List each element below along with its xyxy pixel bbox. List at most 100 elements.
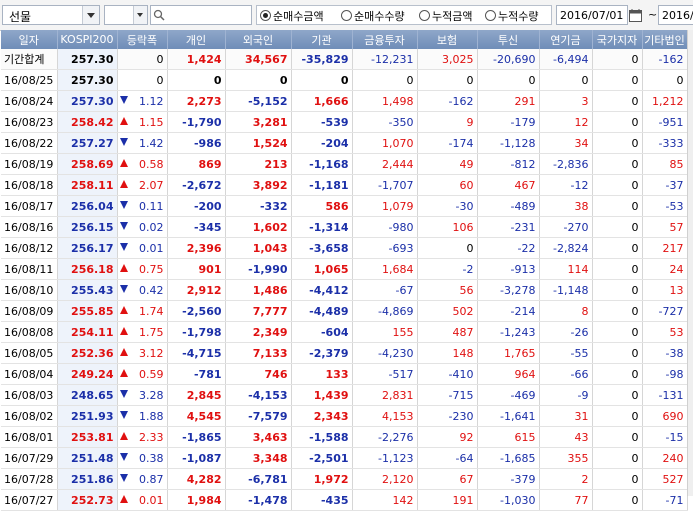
table-row[interactable]: 16/08/22 257.27 1.42 -986 1,524 -204 1,070 -174… [1,132,688,154]
value-cell: -4,489 [291,300,353,322]
value-cell: 49 [417,153,478,175]
change-value: 1.15 [139,115,164,129]
value-cell: -1,478 [225,489,292,511]
value-cell: 3,463 [225,426,292,448]
value-cell: 0 [592,90,643,112]
value-cell: 77 [539,489,593,511]
value-cell: -131 [642,384,688,406]
value-cell: -2 [417,258,478,280]
table-row[interactable]: 16/08/17 256.04 0.11 -200 -332 586 1,079 -30 -48… [1,195,688,217]
table-row[interactable]: 16/08/02 251.93 1.88 4,545 -7,579 2,343 4,153-… [1,405,688,427]
table-row[interactable]: 16/08/03 248.65 3.28 2,845 -4,153 1,439 2,831-… [1,384,688,406]
column-header[interactable]: 연기금 [539,30,593,49]
change-value: 0 [156,52,164,66]
table-row[interactable]: 기간합계 257.30 0 1,424 34,567 -35,829 -12,231 3,02… [1,49,688,70]
value-cell: 0 [592,111,643,133]
value-cell: 0 [592,195,643,217]
value-cell: 56 [417,279,478,301]
date-cell: 16/08/16 [1,216,58,238]
value-cell: 0 [592,216,643,238]
table-row[interactable]: 16/08/23 258.42 1.15 -1,790 3,281 -539 -350 9 -1… [1,111,688,133]
value-cell: 0 [592,69,643,91]
market-select[interactable]: 선물 [2,5,100,25]
table-row[interactable]: 16/08/24 257.30 1.12 2,273 -5,152 1,666 1,498-… [1,90,688,112]
column-header[interactable]: 국가지자 [592,30,643,49]
value-cell: -4,412 [291,279,353,301]
column-header[interactable]: 외국인 [225,30,292,49]
table-row[interactable]: 16/08/10 255.43 0.42 2,912 1,486 -4,412 -67 56-… [1,279,688,301]
value-cell: -1,128 [477,132,540,154]
value-cell: 1,498 [352,90,418,112]
table-row[interactable]: 16/07/29 251.48 0.38 -1,087 3,348 -2,501 -1,12… [1,447,688,469]
value-cell: -1,123 [352,447,418,469]
table-row[interactable]: 16/07/28 251.86 0.87 4,282 -6,781 1,972 2,120 6… [1,468,688,490]
table-row[interactable]: 16/07/27 252.73 0.01 1,984 -1,478 -435 142 191-… [1,489,688,511]
code-select[interactable] [104,5,148,25]
column-header[interactable]: 기관 [291,30,353,49]
column-header[interactable]: 개인 [167,30,226,49]
column-header[interactable]: 일자 [1,30,58,49]
table-row[interactable]: 16/08/18 258.11 2.07 -2,672 3,892 -1,181 -1,70… [1,174,688,196]
value-cell: 2,273 [167,90,226,112]
change-cell: 1.42 [117,132,168,154]
table-row[interactable]: 16/08/08 254.11 1.75 -1,798 2,349 -604 155 487-… [1,321,688,343]
table-row[interactable]: 16/08/16 256.15 0.02 -345 1,602 -1,314 -980 106… [1,216,688,238]
value-cell: -98 [642,363,688,385]
column-header[interactable]: 보험 [417,30,478,49]
vertical-scrollbar[interactable] [687,30,693,496]
date-cell: 기간합계 [1,49,58,70]
change-value: 0.01 [139,241,164,255]
value-cell: -2,379 [291,342,353,364]
column-header[interactable]: 금융투자 [352,30,418,49]
radio-cumulative-amount[interactable]: 누적금액 [419,8,472,24]
value-cell: 133 [291,363,353,385]
column-header[interactable]: KOSPI200 [57,30,118,49]
date-cell: 16/08/24 [1,90,58,112]
table-row[interactable]: 16/08/25 257.30 0 0 0 0 0 0 0 0 0 0 [1,69,688,91]
change-cell: 0.02 [117,216,168,238]
value-cell: 7,777 [225,300,292,322]
value-cell: 1,684 [352,258,418,280]
value-cell: 0 [642,69,688,91]
value-cell: 964 [477,363,540,385]
calendar-icon[interactable] [629,9,643,22]
value-cell: 487 [417,321,478,343]
value-cell: 191 [417,489,478,511]
down-triangle-icon [119,138,128,146]
table-row[interactable]: 16/08/04 249.24 0.59 -781 746 133 -517 -410 964-… [1,363,688,385]
chevron-down-icon[interactable] [133,6,147,24]
column-header[interactable]: 투신 [477,30,540,49]
change-cell: 1.12 [117,90,168,112]
value-cell: 106 [417,216,478,238]
start-date-field[interactable]: 2016/07/01 [556,5,628,25]
radio-cumulative-quantity[interactable]: 누적수량 [485,8,538,24]
table-row[interactable]: 16/08/12 256.17 0.01 2,396 1,043 -3,658 -693 0-… [1,237,688,259]
value-cell: 24 [642,258,688,280]
radio-icon [485,10,496,21]
date-cell: 16/08/03 [1,384,58,406]
column-header[interactable]: 기타법인 [642,30,688,49]
value-cell: -3,658 [291,237,353,259]
change-value: 1.12 [139,94,164,108]
radio-net-buy-amount[interactable]: 순매수금액 [260,8,324,24]
table-row[interactable]: 16/08/05 252.36 3.12 -4,715 7,133 -2,379 -4,23… [1,342,688,364]
table-row[interactable]: 16/08/19 258.69 0.58 869 213 -1,168 2,444 49 -81… [1,153,688,175]
chevron-down-icon[interactable] [82,6,99,24]
table-row[interactable]: 16/08/01 253.81 2.33 -1,865 3,463 -1,588 -2,27… [1,426,688,448]
end-date-field[interactable]: 2016/ [658,5,693,25]
value-cell: 467 [477,174,540,196]
column-header[interactable]: 등락폭 [117,30,168,49]
table-row[interactable]: 16/08/09 255.85 1.74 -2,560 7,777 -4,489 -4,86… [1,300,688,322]
value-cell: -951 [642,111,688,133]
up-triangle-icon [119,327,128,335]
value-cell: -71 [642,489,688,511]
value-cell: 1,972 [291,468,353,490]
value-cell: -604 [291,321,353,343]
radio-net-buy-quantity[interactable]: 순매수수량 [341,8,405,24]
value-cell: -231 [477,216,540,238]
value-cell: 0 [592,279,643,301]
search-icon[interactable] [153,9,165,21]
search-input[interactable] [150,5,252,25]
table-row[interactable]: 16/08/11 256.18 0.75 901 -1,990 1,065 1,684 -2-… [1,258,688,280]
kospi200-cell: 257.30 [57,49,118,70]
